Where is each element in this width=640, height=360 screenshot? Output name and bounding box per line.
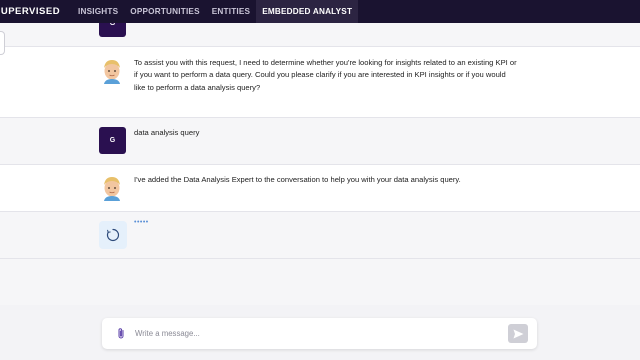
chat-message: To assist you with this request, I need … xyxy=(0,47,640,118)
memoji-avatar-icon xyxy=(104,60,120,84)
paperclip-icon[interactable] xyxy=(116,327,126,340)
loading-avatar xyxy=(99,221,127,249)
chat-message-loading: ••••• xyxy=(0,212,640,259)
tab-embedded-analyst[interactable]: EMBEDDED ANALYST xyxy=(256,0,359,23)
tab-opportunities[interactable]: OPPORTUNITIES xyxy=(124,0,205,23)
user-avatar: G xyxy=(99,127,126,154)
side-panel-toggle[interactable] xyxy=(0,31,5,55)
message-text: I've added the Data Analysis Expert to t… xyxy=(134,175,461,184)
typing-indicator: ••••• xyxy=(134,219,149,226)
message-text: To assist you with this request, I need … xyxy=(134,58,517,92)
tab-insights[interactable]: INSIGHTS xyxy=(72,0,124,23)
tab-entities[interactable]: ENTITIES xyxy=(206,0,256,23)
loading-spinner-icon xyxy=(106,228,120,242)
message-composer xyxy=(102,318,537,349)
message-input[interactable] xyxy=(135,326,495,341)
chat-thread[interactable]: G To assist you with this request, I nee… xyxy=(0,23,640,305)
chat-message: G xyxy=(0,23,640,47)
user-avatar: G xyxy=(99,23,126,37)
send-button[interactable] xyxy=(508,324,528,343)
chat-message: G data analysis query xyxy=(0,118,640,165)
send-icon xyxy=(513,329,523,338)
top-nav: SUPERVISED INSIGHTS OPPORTUNITIES ENTITI… xyxy=(0,0,640,23)
brand-logo[interactable]: SUPERVISED xyxy=(0,6,64,17)
message-text: data analysis query xyxy=(134,128,200,137)
chat-message: I've added the Data Analysis Expert to t… xyxy=(0,165,640,212)
memoji-avatar-icon xyxy=(104,177,120,201)
